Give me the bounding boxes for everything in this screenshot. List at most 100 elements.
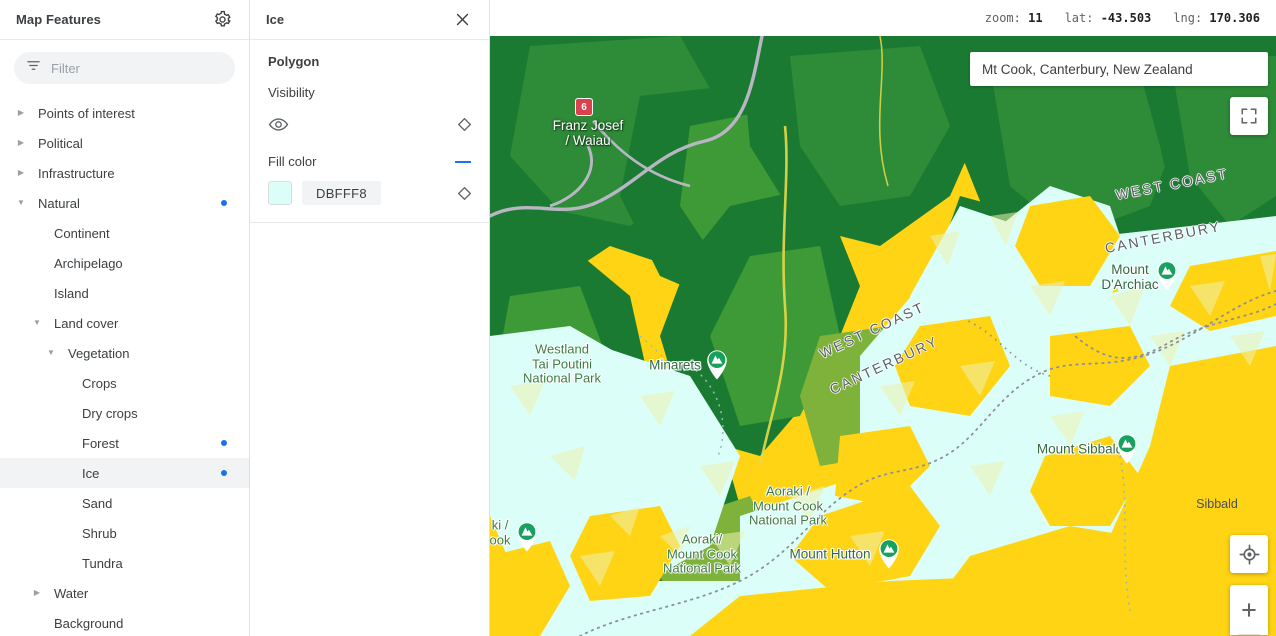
sidebar-item-label: Land cover [54,315,119,331]
chevron-down-icon[interactable]: ▼ [14,196,28,210]
sidebar-item-label: Background [54,615,124,631]
chevron-down-icon[interactable]: ▼ [44,346,58,360]
polygon-section-title: Polygon [268,54,320,69]
sidebar-item-sand[interactable]: Sand [0,488,249,518]
sidebar-item-label: Archipelago [54,255,123,271]
sidebar-item-label: Infrastructure [38,165,115,181]
map-canvas[interactable]: Mt Cook, Canterbury, New Zealand Franz J… [490,36,1276,636]
chevron-right-icon[interactable]: ▶ [14,136,28,150]
sidebar-item-water[interactable]: ▶ Water [0,578,249,608]
map-area: zoom: 11 lat: -43.503 lng: 170.306 Mt Co… [490,0,1276,636]
fill-color-swatch[interactable] [268,181,292,205]
properties-title: Ice [266,12,285,27]
sidebar-item-natural[interactable]: ▼ Natural [0,188,249,218]
sidebar-header: Map Features [0,0,249,40]
sidebar-item-dry-crops[interactable]: Dry crops [0,398,249,428]
properties-header: Ice [250,0,489,40]
visibility-label-row: Visibility [268,85,471,100]
highway-shield-6-icon: 6 [575,98,593,116]
properties-body: Polygon Visibility Fill color DBFFF8 [250,40,489,207]
sidebar-item-label: Tundra [82,555,123,571]
sidebar-item-label: Island [54,285,89,301]
sidebar-item-crops[interactable]: Crops [0,368,249,398]
map-terrain [490,36,1276,636]
zoom-control-divider [1238,634,1260,635]
sidebar-item-tundra[interactable]: Tundra [0,548,249,578]
chevron-right-icon[interactable]: ▶ [14,166,28,180]
sidebar-item-forest[interactable]: Forest [0,428,249,458]
sidebar-item-shrub[interactable]: Shrub [0,518,249,548]
filter-wrapper [0,40,249,84]
chevron-right-icon[interactable]: ▶ [14,106,28,120]
sidebar-item-ice[interactable]: Ice [0,458,249,488]
filter-icon [26,58,41,78]
color-row: DBFFF8 [268,181,381,205]
page-title: Map Features [16,12,102,27]
visibility-label: Visibility [268,85,315,100]
sidebar-item-vegetation[interactable]: ▼ Vegetation [0,338,249,368]
map-status-bar: zoom: 11 lat: -43.503 lng: 170.306 [490,0,1276,36]
filter-box[interactable] [14,52,235,84]
map-features-sidebar: Map Features ▶Points of [0,0,250,636]
fullscreen-button[interactable] [1230,97,1268,135]
sidebar-item-label: Dry crops [82,405,138,421]
sidebar-item-island[interactable]: Island [0,278,249,308]
visibility-keyframe-diamond-icon[interactable] [457,117,471,131]
sidebar-item-label: Continent [54,225,110,241]
zoom-readout: zoom: 11 [984,11,1043,25]
sidebar-item-label: Political [38,135,83,151]
fill-color-modified-dash-icon[interactable] [455,160,471,163]
sidebar-item-label: Water [54,585,89,601]
sidebar-item-label: Forest [82,435,119,451]
fill-color-hex-field[interactable]: DBFFF8 [302,181,381,205]
sidebar-item-background[interactable]: Background [0,608,249,636]
fill-color-label-row: Fill color [268,154,471,169]
properties-divider [250,222,489,223]
sidebar-item-continent[interactable]: Continent [0,218,249,248]
lat-readout: lat: -43.503 [1064,11,1152,25]
properties-panel: Ice Polygon Visibility Fill color DBFFF8 [250,0,490,636]
sidebar-item-archipelago[interactable]: Archipelago [0,248,249,278]
sidebar-item-label: Natural [38,195,80,211]
fill-color-label: Fill color [268,154,317,169]
fill-color-control-row: DBFFF8 [268,179,471,207]
app-root: Map Features ▶Points of [0,0,1276,636]
gear-icon[interactable] [211,9,233,31]
sidebar-item-label: Points of interest [38,105,135,121]
chevron-down-icon[interactable]: ▼ [30,316,44,330]
close-icon[interactable] [451,9,473,31]
sidebar-item-label: Shrub [82,525,117,541]
modified-dot-indicator [221,470,227,476]
sidebar-item-label: Crops [82,375,117,391]
modified-dot-indicator [221,200,227,206]
sidebar-item-political[interactable]: ▶ Political [0,128,249,158]
modified-dot-indicator [221,440,227,446]
sidebar-item-infrastructure[interactable]: ▶ Infrastructure [0,158,249,188]
sidebar-item-label: Sand [82,495,113,511]
eye-icon[interactable] [268,114,289,135]
sidebar-item-land-cover[interactable]: ▼ Land cover [0,308,249,338]
sidebar-item-label: Vegetation [68,345,130,361]
fill-color-keyframe-diamond-icon[interactable] [457,186,471,200]
zoom-in-button[interactable] [1230,585,1268,635]
map-search-field[interactable]: Mt Cook, Canterbury, New Zealand [970,52,1268,86]
chevron-right-icon[interactable]: ▶ [30,586,44,600]
lng-readout: lng: 170.306 [1173,11,1260,25]
sidebar-item-points-of-interest[interactable]: ▶ Points of interest [0,98,249,128]
visibility-control-row [268,110,471,138]
search-input[interactable] [51,60,223,76]
locate-button[interactable] [1230,535,1268,573]
sidebar-item-label: Ice [82,465,100,481]
feature-tree: ▶ Points of interest ▶ Political ▶ Infrastruc… [0,98,249,636]
